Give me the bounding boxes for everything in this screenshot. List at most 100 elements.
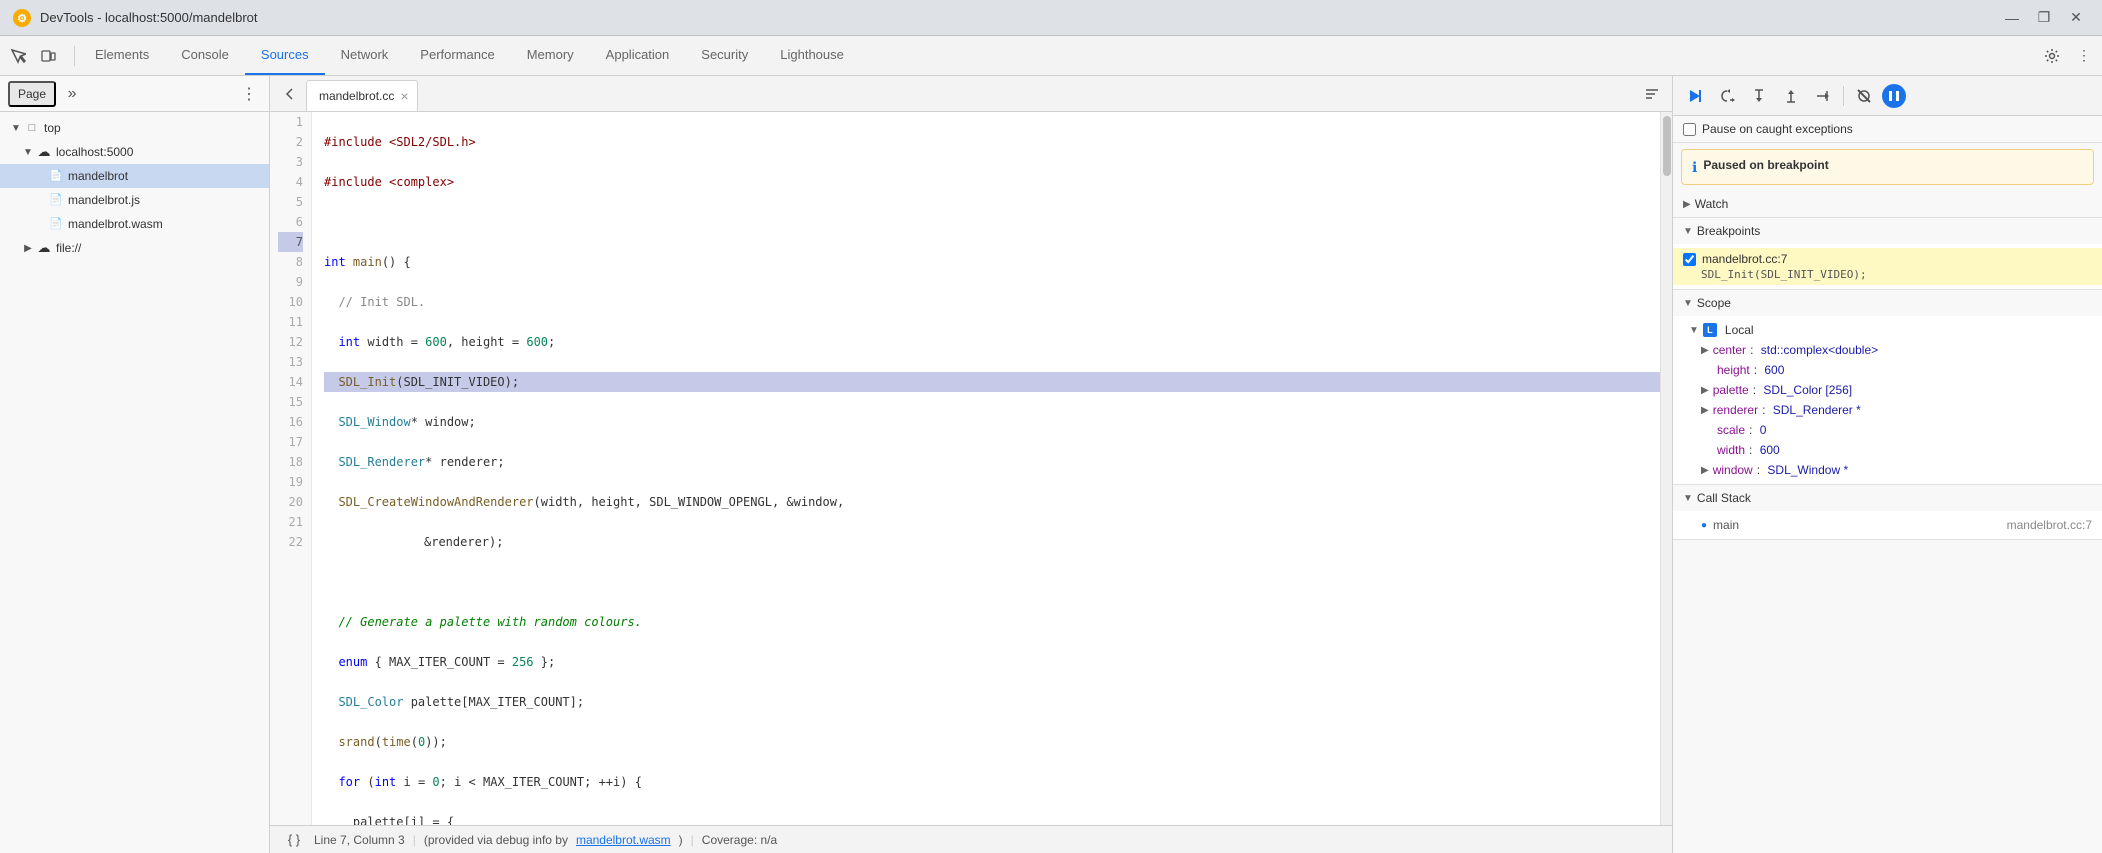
tree-label-file: file://: [56, 239, 81, 257]
breakpoints-header[interactable]: ▼ Breakpoints: [1673, 218, 2102, 244]
watch-header[interactable]: ▶ Watch: [1673, 191, 2102, 217]
scope-header[interactable]: ▼ Scope: [1673, 290, 2102, 316]
local-label: Local: [1725, 323, 1754, 337]
sidebar-tab-page[interactable]: Page: [8, 81, 56, 107]
coverage-status: Coverage: n/a: [702, 833, 777, 847]
toolbar-right: ⋮: [2038, 42, 2098, 70]
tree-item-mandelbrot[interactable]: 📄 mandelbrot: [0, 164, 269, 188]
scope-section: ▼ Scope ▼ L Local ▶ center : std: [1673, 290, 2102, 485]
status-bar: { } Line 7, Column 3 | (provided via deb…: [270, 825, 1672, 853]
tree-item-file[interactable]: ▶ ☁ file://: [0, 236, 269, 260]
center-value: std::complex<double>: [1761, 343, 1878, 357]
scope-var-scale: scale : 0: [1673, 420, 2102, 440]
format-script-button[interactable]: [1638, 80, 1666, 108]
tree-item-top[interactable]: ▼ □ top: [0, 116, 269, 140]
tab-console[interactable]: Console: [165, 36, 245, 75]
editor-tab-close[interactable]: ×: [400, 89, 408, 103]
code-content[interactable]: #include <SDL2/SDL.h> #include <complex>…: [312, 112, 1660, 825]
sidebar-more-button[interactable]: »: [60, 82, 84, 106]
toolbar-icons: [4, 42, 62, 70]
go-back-button[interactable]: [276, 80, 304, 108]
pretty-print-button[interactable]: { }: [282, 828, 306, 852]
main-toolbar: Elements Console Sources Network Perform…: [0, 36, 2102, 76]
more-button[interactable]: ⋮: [2070, 42, 2098, 70]
editor-file-tab-mandelbrot[interactable]: mandelbrot.cc ×: [306, 80, 418, 111]
scope-var-width: width : 600: [1673, 440, 2102, 460]
tab-lighthouse[interactable]: Lighthouse: [764, 36, 860, 75]
vertical-scrollbar[interactable]: [1660, 112, 1672, 825]
restore-button[interactable]: ❐: [2030, 8, 2058, 28]
tab-memory[interactable]: Memory: [511, 36, 590, 75]
breakpoint-item: mandelbrot.cc:7 SDL_Init(SDL_INIT_VIDEO)…: [1673, 248, 2102, 285]
callstack-active-icon: ●: [1701, 520, 1707, 531]
step-out-button[interactable]: [1777, 82, 1805, 110]
local-header[interactable]: ▼ L Local: [1673, 320, 2102, 340]
sidebar-tree: ▼ □ top ▼ ☁ localhost:5000 📄 mandelbrot: [0, 112, 269, 853]
paused-banner: ℹ Paused on breakpoint: [1681, 149, 2094, 185]
scope-var-palette[interactable]: ▶ palette : SDL_Color [256]: [1673, 380, 2102, 400]
tab-elements[interactable]: Elements: [79, 36, 165, 75]
window-arrow: ▶: [1701, 465, 1709, 476]
line-numbers: 12345 678 910111213 1415161718 19202122: [270, 112, 312, 825]
scope-var-renderer[interactable]: ▶ renderer : SDL_Renderer *: [1673, 400, 2102, 420]
deactivate-breakpoints-button[interactable]: [1850, 82, 1878, 110]
tree-label-localhost: localhost:5000: [56, 143, 133, 161]
bp-checkbox[interactable]: [1683, 253, 1696, 266]
tab-sources[interactable]: Sources: [245, 36, 325, 75]
tree-item-mandelbrot-js[interactable]: 📄 mandelbrot.js: [0, 188, 269, 212]
resume-button[interactable]: [1681, 82, 1709, 110]
scope-var-height: height : 600: [1673, 360, 2102, 380]
device-toolbar-button[interactable]: [34, 42, 62, 70]
sidebar-header: Page » ⋮: [0, 76, 269, 112]
cloud-icon-localhost: ☁: [36, 144, 52, 160]
callstack-header[interactable]: ▼ Call Stack: [1673, 485, 2102, 511]
width-value: 600: [1760, 443, 1780, 457]
pause-exceptions-label[interactable]: Pause on caught exceptions: [1702, 122, 1853, 136]
status-separator: |: [413, 833, 416, 847]
minimize-button[interactable]: —: [1998, 8, 2026, 28]
tree-item-localhost[interactable]: ▼ ☁ localhost:5000: [0, 140, 269, 164]
tree-label-mandelbrot-wasm: mandelbrot.wasm: [68, 215, 163, 233]
settings-button[interactable]: [2038, 42, 2066, 70]
folder-icon-top: □: [24, 120, 40, 136]
tree-arrow-localhost: ▼: [20, 145, 36, 160]
svg-text:⚙: ⚙: [17, 13, 27, 25]
tab-network[interactable]: Network: [325, 36, 405, 75]
right-panel: Pause on caught exceptions ℹ Paused on b…: [1672, 76, 2102, 853]
callstack-item-main[interactable]: ● main mandelbrot.cc:7: [1673, 515, 2102, 535]
scope-var-window[interactable]: ▶ window : SDL_Window *: [1673, 460, 2102, 480]
pause-exceptions-checkbox[interactable]: [1683, 123, 1696, 136]
callstack-fn-main: main: [1713, 518, 1739, 532]
cursor-position: Line 7, Column 3: [314, 833, 405, 847]
tree-label-top: top: [44, 119, 61, 137]
device-icon: [40, 48, 56, 64]
source-file-link[interactable]: mandelbrot.wasm: [576, 833, 671, 847]
step-into-button[interactable]: [1745, 82, 1773, 110]
height-name: height: [1717, 363, 1750, 377]
watch-label: Watch: [1695, 197, 1729, 211]
close-button[interactable]: ✕: [2062, 8, 2090, 28]
right-content: ℹ Paused on breakpoint ▶ Watch ▼ Breakpo…: [1673, 143, 2102, 853]
renderer-arrow: ▶: [1701, 405, 1709, 416]
step-over-button[interactable]: [1713, 82, 1741, 110]
scope-arrow: ▼: [1683, 298, 1693, 309]
tab-security[interactable]: Security: [685, 36, 764, 75]
code-area[interactable]: 12345 678 910111213 1415161718 19202122 …: [270, 112, 1672, 825]
inspect-element-button[interactable]: [4, 42, 32, 70]
scope-var-center[interactable]: ▶ center : std::complex<double>: [1673, 340, 2102, 360]
center-arrow: ▶: [1701, 345, 1709, 356]
pause-button[interactable]: [1882, 84, 1906, 108]
cloud-icon-file: ☁: [36, 240, 52, 256]
scroll-thumb: [1663, 116, 1671, 176]
local-badge: L: [1703, 323, 1717, 337]
inspect-icon: [10, 48, 26, 64]
step-button[interactable]: [1809, 82, 1837, 110]
center-name: center: [1713, 343, 1746, 357]
tree-item-mandelbrot-wasm[interactable]: 📄 mandelbrot.wasm: [0, 212, 269, 236]
tab-application[interactable]: Application: [590, 36, 686, 75]
file-icon-mandelbrot-js: 📄: [48, 192, 64, 208]
sidebar-menu-button[interactable]: ⋮: [237, 82, 261, 106]
tree-arrow-file: ▶: [20, 241, 36, 256]
watch-arrow: ▶: [1683, 199, 1691, 210]
tab-performance[interactable]: Performance: [404, 36, 510, 75]
